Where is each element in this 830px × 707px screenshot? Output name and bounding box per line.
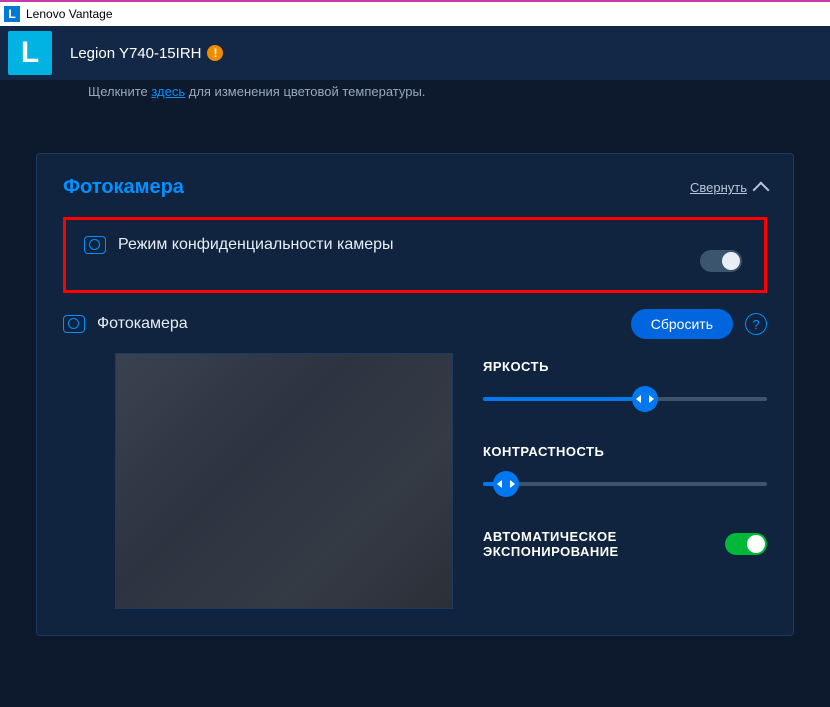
- contrast-slider[interactable]: [483, 471, 767, 497]
- hint-suffix: для изменения цветовой температуры.: [185, 84, 425, 99]
- camera-settings-label: Фотокамера: [97, 315, 619, 333]
- contrast-label: КОНТРАСТНОСТЬ: [483, 444, 767, 459]
- privacy-row-head: Режим конфиденциальности камеры: [84, 236, 746, 254]
- brightness-slider[interactable]: [483, 386, 767, 412]
- brightness-label: ЯРКОСТЬ: [483, 359, 767, 374]
- color-temp-link[interactable]: здесь: [151, 84, 185, 99]
- lenovo-logo-icon: L: [8, 31, 52, 75]
- camera-settings-header: Фотокамера Сбросить ?: [63, 309, 767, 339]
- camera-icon: [84, 236, 106, 254]
- device-model-text: Legion Y740-15IRH: [70, 45, 201, 62]
- camera-icon: [63, 315, 85, 333]
- camera-controls: ЯРКОСТЬ КОНТРАСТНОСТЬ АВТОМАТИЧЕСКОЕ ЭКС…: [483, 353, 767, 609]
- camera-privacy-row: Режим конфиденциальности камеры: [63, 217, 767, 293]
- help-icon[interactable]: ?: [745, 313, 767, 335]
- slider-fill: [483, 397, 645, 401]
- device-model: Legion Y740-15IRH !: [70, 45, 223, 62]
- window-titlebar: L Lenovo Vantage: [0, 0, 830, 26]
- app-icon: L: [4, 6, 20, 22]
- window-title: Lenovo Vantage: [26, 7, 113, 21]
- app-header: L Legion Y740-15IRH !: [0, 26, 830, 80]
- reset-button[interactable]: Сбросить: [631, 309, 733, 339]
- camera-preview: [115, 353, 453, 609]
- auto-exposure-row: АВТОМАТИЧЕСКОЕ ЭКСПОНИРОВАНИЕ: [483, 529, 767, 559]
- chevron-up-icon: [753, 181, 770, 198]
- content-area: Щелкните здесь для изменения цветовой те…: [0, 80, 830, 656]
- card-header: Фотокамера Свернуть: [63, 176, 767, 199]
- camera-body: ЯРКОСТЬ КОНТРАСТНОСТЬ АВТОМАТИЧЕСКОЕ ЭКС…: [63, 353, 767, 609]
- collapse-label: Свернуть: [690, 180, 747, 195]
- slider-thumb[interactable]: [632, 386, 658, 412]
- slider-thumb[interactable]: [493, 471, 519, 497]
- color-temp-hint: Щелкните здесь для изменения цветовой те…: [36, 80, 794, 113]
- privacy-toggle[interactable]: [700, 250, 742, 272]
- collapse-button[interactable]: Свернуть: [690, 180, 767, 196]
- auto-exposure-label: АВТОМАТИЧЕСКОЕ ЭКСПОНИРОВАНИЕ: [483, 529, 705, 559]
- warning-icon[interactable]: !: [207, 45, 223, 61]
- card-title: Фотокамера: [63, 176, 184, 199]
- hint-prefix: Щелкните: [88, 84, 151, 99]
- camera-card: Фотокамера Свернуть Режим конфиденциальн…: [36, 153, 794, 636]
- auto-exposure-toggle[interactable]: [725, 533, 767, 555]
- privacy-label: Режим конфиденциальности камеры: [118, 236, 394, 254]
- slider-track: [483, 482, 767, 486]
